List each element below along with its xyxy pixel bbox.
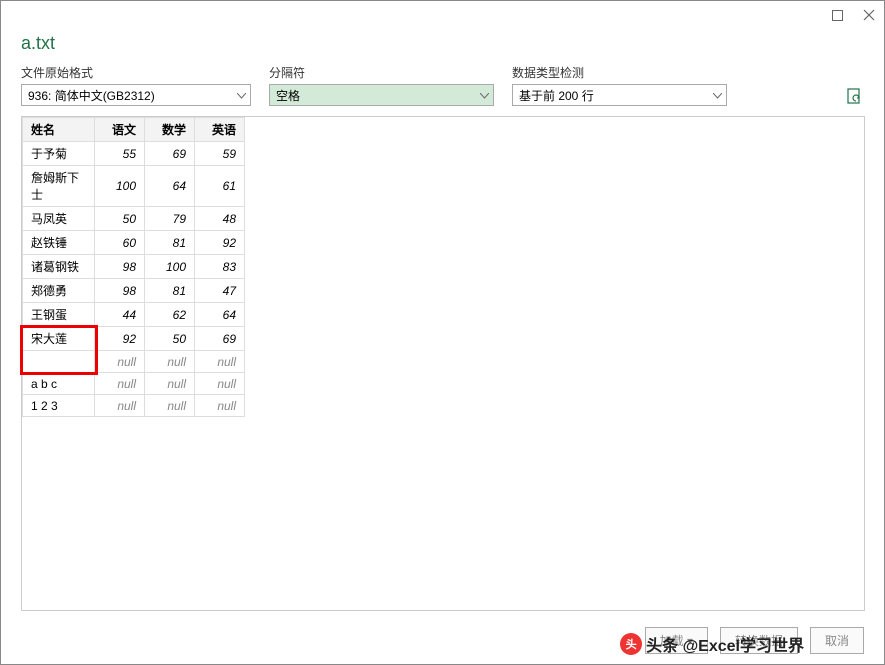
cell-value: null (195, 351, 245, 373)
cell-value: null (95, 395, 145, 417)
chevron-down-icon (713, 88, 722, 102)
col-header-math[interactable]: 数学 (145, 118, 195, 142)
detect-label: 数据类型检测 (512, 64, 727, 81)
transform-button[interactable]: 转换数据 (720, 627, 798, 654)
table-row[interactable]: 詹姆斯下士1006461 (23, 166, 245, 207)
detect-dropdown[interactable]: 基于前 200 行 (512, 84, 727, 106)
cell-name: 赵铁锤 (23, 231, 95, 255)
cell-name: 王钢蛋 (23, 303, 95, 327)
cell-value: 62 (145, 303, 195, 327)
dialog-footer: 加载 ▾ 转换数据 取消 (645, 627, 864, 654)
col-header-name[interactable]: 姓名 (23, 118, 95, 142)
table-row[interactable]: nullnullnull (23, 351, 245, 373)
cell-value: 48 (195, 207, 245, 231)
title-bar (1, 1, 884, 29)
table-row[interactable]: 宋大莲925069 (23, 327, 245, 351)
cell-name: 郑德勇 (23, 279, 95, 303)
cell-value: 61 (195, 166, 245, 207)
table-row[interactable]: 于予菊556959 (23, 142, 245, 166)
cell-name: a b c (23, 373, 95, 395)
cell-value: 69 (195, 327, 245, 351)
load-button[interactable]: 加载 ▾ (645, 627, 708, 654)
cell-value: 44 (95, 303, 145, 327)
cell-name (23, 351, 95, 373)
cell-value: 92 (95, 327, 145, 351)
cell-name: 詹姆斯下士 (23, 166, 95, 207)
cell-value: null (195, 395, 245, 417)
cell-name: 于予菊 (23, 142, 95, 166)
cancel-button[interactable]: 取消 (810, 627, 864, 654)
table-row[interactable]: a b cnullnullnull (23, 373, 245, 395)
table-row[interactable]: 马凤英507948 (23, 207, 245, 231)
table-row[interactable]: 1 2 3nullnullnull (23, 395, 245, 417)
table-row[interactable]: 诸葛钢铁9810083 (23, 255, 245, 279)
chevron-down-icon (480, 88, 489, 102)
preview-pane: 姓名 语文 数学 英语 于予菊556959詹姆斯下士1006461马凤英5079… (21, 116, 865, 611)
options-row: 文件原始格式 936: 简体中文(GB2312) 分隔符 空格 数据类型检测 基… (21, 64, 864, 106)
cell-value: 100 (145, 255, 195, 279)
table-row[interactable]: 郑德勇988147 (23, 279, 245, 303)
cell-name: 宋大莲 (23, 327, 95, 351)
file-title: a.txt (21, 33, 864, 54)
table-row[interactable]: 王钢蛋446264 (23, 303, 245, 327)
cell-value: 64 (145, 166, 195, 207)
cell-value: 81 (145, 279, 195, 303)
chevron-down-icon (237, 88, 246, 102)
cell-value: 83 (195, 255, 245, 279)
cell-value: 100 (95, 166, 145, 207)
maximize-icon[interactable] (830, 8, 844, 22)
cell-value: 98 (95, 255, 145, 279)
cell-name: 马凤英 (23, 207, 95, 231)
data-table: 姓名 语文 数学 英语 于予菊556959詹姆斯下士1006461马凤英5079… (22, 117, 245, 417)
cell-value: null (95, 351, 145, 373)
cell-value: 81 (145, 231, 195, 255)
cell-value: 98 (95, 279, 145, 303)
cell-value: 64 (195, 303, 245, 327)
cell-value: null (145, 351, 195, 373)
cell-value: 69 (145, 142, 195, 166)
cell-value: null (145, 373, 195, 395)
col-header-english[interactable]: 英语 (195, 118, 245, 142)
cell-value: 50 (145, 327, 195, 351)
cell-value: 55 (95, 142, 145, 166)
close-icon[interactable] (862, 8, 876, 22)
col-header-chinese[interactable]: 语文 (95, 118, 145, 142)
delimiter-dropdown[interactable]: 空格 (269, 84, 494, 106)
cell-value: 92 (195, 231, 245, 255)
origin-value: 936: 简体中文(GB2312) (28, 87, 155, 104)
chevron-down-icon: ▾ (687, 634, 693, 648)
cell-name: 诸葛钢铁 (23, 255, 95, 279)
cell-value: 60 (95, 231, 145, 255)
cell-value: 50 (95, 207, 145, 231)
origin-label: 文件原始格式 (21, 64, 251, 81)
watermark-badge: 头 (620, 633, 642, 655)
refresh-icon[interactable] (844, 86, 864, 106)
table-row[interactable]: 赵铁锤608192 (23, 231, 245, 255)
cell-value: null (95, 373, 145, 395)
delimiter-label: 分隔符 (269, 64, 494, 81)
cell-value: 79 (145, 207, 195, 231)
cell-value: null (145, 395, 195, 417)
cell-value: null (195, 373, 245, 395)
delimiter-value: 空格 (276, 87, 300, 104)
detect-value: 基于前 200 行 (519, 87, 594, 104)
cell-value: 47 (195, 279, 245, 303)
origin-dropdown[interactable]: 936: 简体中文(GB2312) (21, 84, 251, 106)
cell-name: 1 2 3 (23, 395, 95, 417)
cell-value: 59 (195, 142, 245, 166)
